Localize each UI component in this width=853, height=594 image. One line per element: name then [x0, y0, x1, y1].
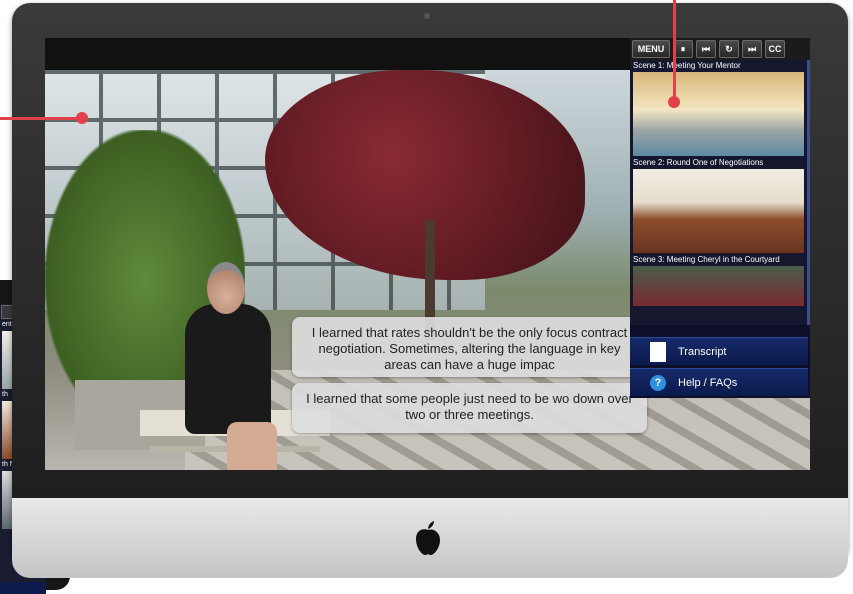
- character-body: [185, 304, 271, 434]
- cc-button[interactable]: CC: [765, 40, 785, 58]
- camera-dot: [424, 13, 430, 19]
- scene-thumbnail[interactable]: [633, 266, 804, 306]
- character-head: [207, 262, 245, 314]
- character-legs: [227, 422, 277, 470]
- scene-list[interactable]: Scene 1: Meeting Your Mentor Scene 2: Ro…: [630, 60, 810, 325]
- skip-forward-icon: ⏭: [747, 43, 757, 54]
- scene-label: Scene 3: Meeting Cheryl in the Courtyard: [633, 255, 780, 264]
- transcript-label: Transcript: [678, 345, 727, 358]
- scene-thumbnail[interactable]: [633, 72, 804, 156]
- skip-back-icon: ⏮: [701, 43, 711, 54]
- dialogue-choice-2[interactable]: I learned that some people just need to …: [292, 383, 647, 433]
- replay-button[interactable]: ↻: [719, 40, 739, 58]
- menu-button[interactable]: MENU: [632, 40, 670, 58]
- tablet-menu-strip: [0, 582, 46, 594]
- pause-icon: ⏸: [680, 43, 686, 54]
- scene-thumbnail[interactable]: [633, 169, 804, 253]
- apple-logo-icon: [416, 521, 440, 555]
- scene-label: Scene 2: Round One of Negotiations: [633, 158, 764, 167]
- scene-menu-panel: MENU ⏸ ⏮ ↻ ⏭ CC Scene 1: Meeting Your Me…: [630, 38, 810, 398]
- dialogue-choice-1[interactable]: I learned that rates shouldn't be the on…: [292, 317, 647, 377]
- callout-dot-left: [76, 112, 88, 124]
- monitor-screen: I learned that rates shouldn't be the on…: [45, 38, 810, 470]
- callout-line-left: [0, 117, 82, 120]
- help-icon: ?: [650, 374, 666, 391]
- replay-icon: ↻: [725, 43, 733, 54]
- transcript-button[interactable]: Transcript: [630, 337, 808, 365]
- callout-line-top: [673, 0, 676, 100]
- help-faqs-button[interactable]: ? Help / FAQs: [630, 368, 808, 396]
- next-button[interactable]: ⏭: [742, 40, 762, 58]
- pause-button[interactable]: ⏸: [673, 40, 693, 58]
- document-icon: [650, 341, 666, 362]
- player-control-bar: MENU ⏸ ⏮ ↻ ⏭ CC: [630, 38, 810, 60]
- mentor-character: [185, 262, 277, 470]
- callout-dot-top: [668, 96, 680, 108]
- help-label: Help / FAQs: [678, 376, 738, 389]
- scene-label: Scene 1: Meeting Your Mentor: [633, 61, 741, 70]
- previous-button[interactable]: ⏮: [696, 40, 716, 58]
